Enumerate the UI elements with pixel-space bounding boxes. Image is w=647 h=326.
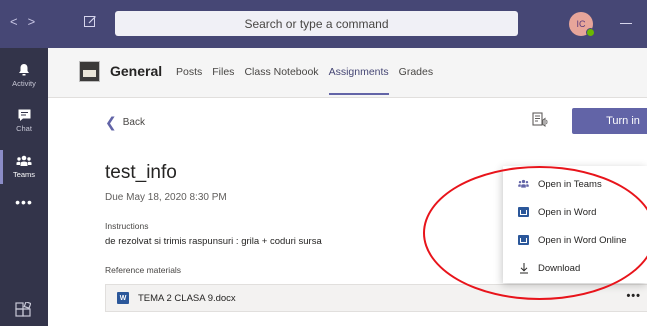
due-date: Due May 18, 2020 8:30 PM	[105, 192, 227, 203]
menu-item-open-in-word[interactable]: Open in Word	[503, 198, 647, 226]
teams-icon	[518, 179, 529, 190]
rail-item-chat[interactable]: Chat	[0, 98, 48, 144]
word-file-icon: W	[117, 292, 129, 304]
instructions-text: de rezolvat si trimis raspunsuri : grila…	[105, 236, 322, 247]
history-navigation: <>	[10, 14, 45, 29]
tab-posts[interactable]: Posts	[176, 66, 202, 78]
tab-grades[interactable]: Grades	[399, 66, 433, 78]
minimize-icon[interactable]	[620, 23, 632, 24]
reference-materials-label: Reference materials	[105, 265, 182, 275]
channel-header: General Posts Files Class Notebook Assig…	[48, 48, 647, 98]
word-icon	[518, 207, 529, 218]
menu-item-download[interactable]: Download	[503, 254, 647, 282]
chat-icon	[18, 109, 30, 121]
download-icon	[518, 263, 529, 274]
team-logo	[79, 61, 100, 82]
chevron-left-icon: ❮	[105, 114, 117, 130]
forward-arrow-icon[interactable]: >	[28, 14, 46, 29]
bell-icon	[19, 63, 29, 75]
menu-item-open-in-teams[interactable]: Open in Teams	[503, 170, 647, 198]
compose-icon[interactable]	[84, 15, 100, 31]
turn-in-button[interactable]: Turn in	[572, 108, 647, 134]
app-rail: Activity Chat Teams •••	[0, 48, 48, 326]
back-button[interactable]: ❮ Back	[105, 114, 145, 131]
tab-assignments[interactable]: Assignments	[328, 66, 389, 95]
file-context-menu: Open in Teams Open in Word Open in Word …	[503, 166, 647, 283]
word-icon	[518, 235, 529, 246]
tab-class-notebook[interactable]: Class Notebook	[244, 66, 318, 78]
rail-item-label: Chat	[16, 124, 32, 133]
channel-tabs: Posts Files Class Notebook Assignments G…	[176, 66, 433, 95]
teams-icon	[16, 155, 32, 166]
rail-item-teams[interactable]: Teams	[0, 144, 48, 190]
presence-status-icon	[586, 28, 595, 37]
immersive-reader-icon[interactable]	[532, 112, 548, 133]
menu-item-open-in-word-online[interactable]: Open in Word Online	[503, 226, 647, 254]
channel-name: General	[110, 63, 163, 79]
menu-item-label: Open in Teams	[538, 178, 602, 190]
rail-item-label: Activity	[12, 78, 36, 88]
apps-icon[interactable]	[15, 301, 32, 323]
assignment-title: test_info	[105, 162, 177, 183]
instructions-label: Instructions	[105, 221, 149, 231]
rail-item-label: Teams	[12, 170, 36, 179]
menu-item-label: Open in Word Online	[538, 234, 627, 246]
menu-item-label: Open in Word	[538, 206, 597, 218]
back-label: Back	[122, 117, 145, 128]
rail-item-activity[interactable]: Activity	[0, 52, 48, 98]
search-input[interactable]: Search or type a command	[115, 11, 518, 36]
title-bar: <> Search or type a command IC	[0, 0, 647, 48]
file-name[interactable]: TEMA 2 CLASA 9.docx	[138, 293, 236, 304]
menu-item-label: Download	[538, 262, 581, 274]
tab-files[interactable]: Files	[212, 66, 234, 78]
reference-file[interactable]: W TEMA 2 CLASA 9.docx •••	[105, 284, 647, 312]
back-arrow-icon[interactable]: <	[10, 14, 28, 29]
more-apps-icon[interactable]: •••	[0, 194, 48, 210]
file-more-options-button[interactable]: •••	[626, 290, 641, 302]
